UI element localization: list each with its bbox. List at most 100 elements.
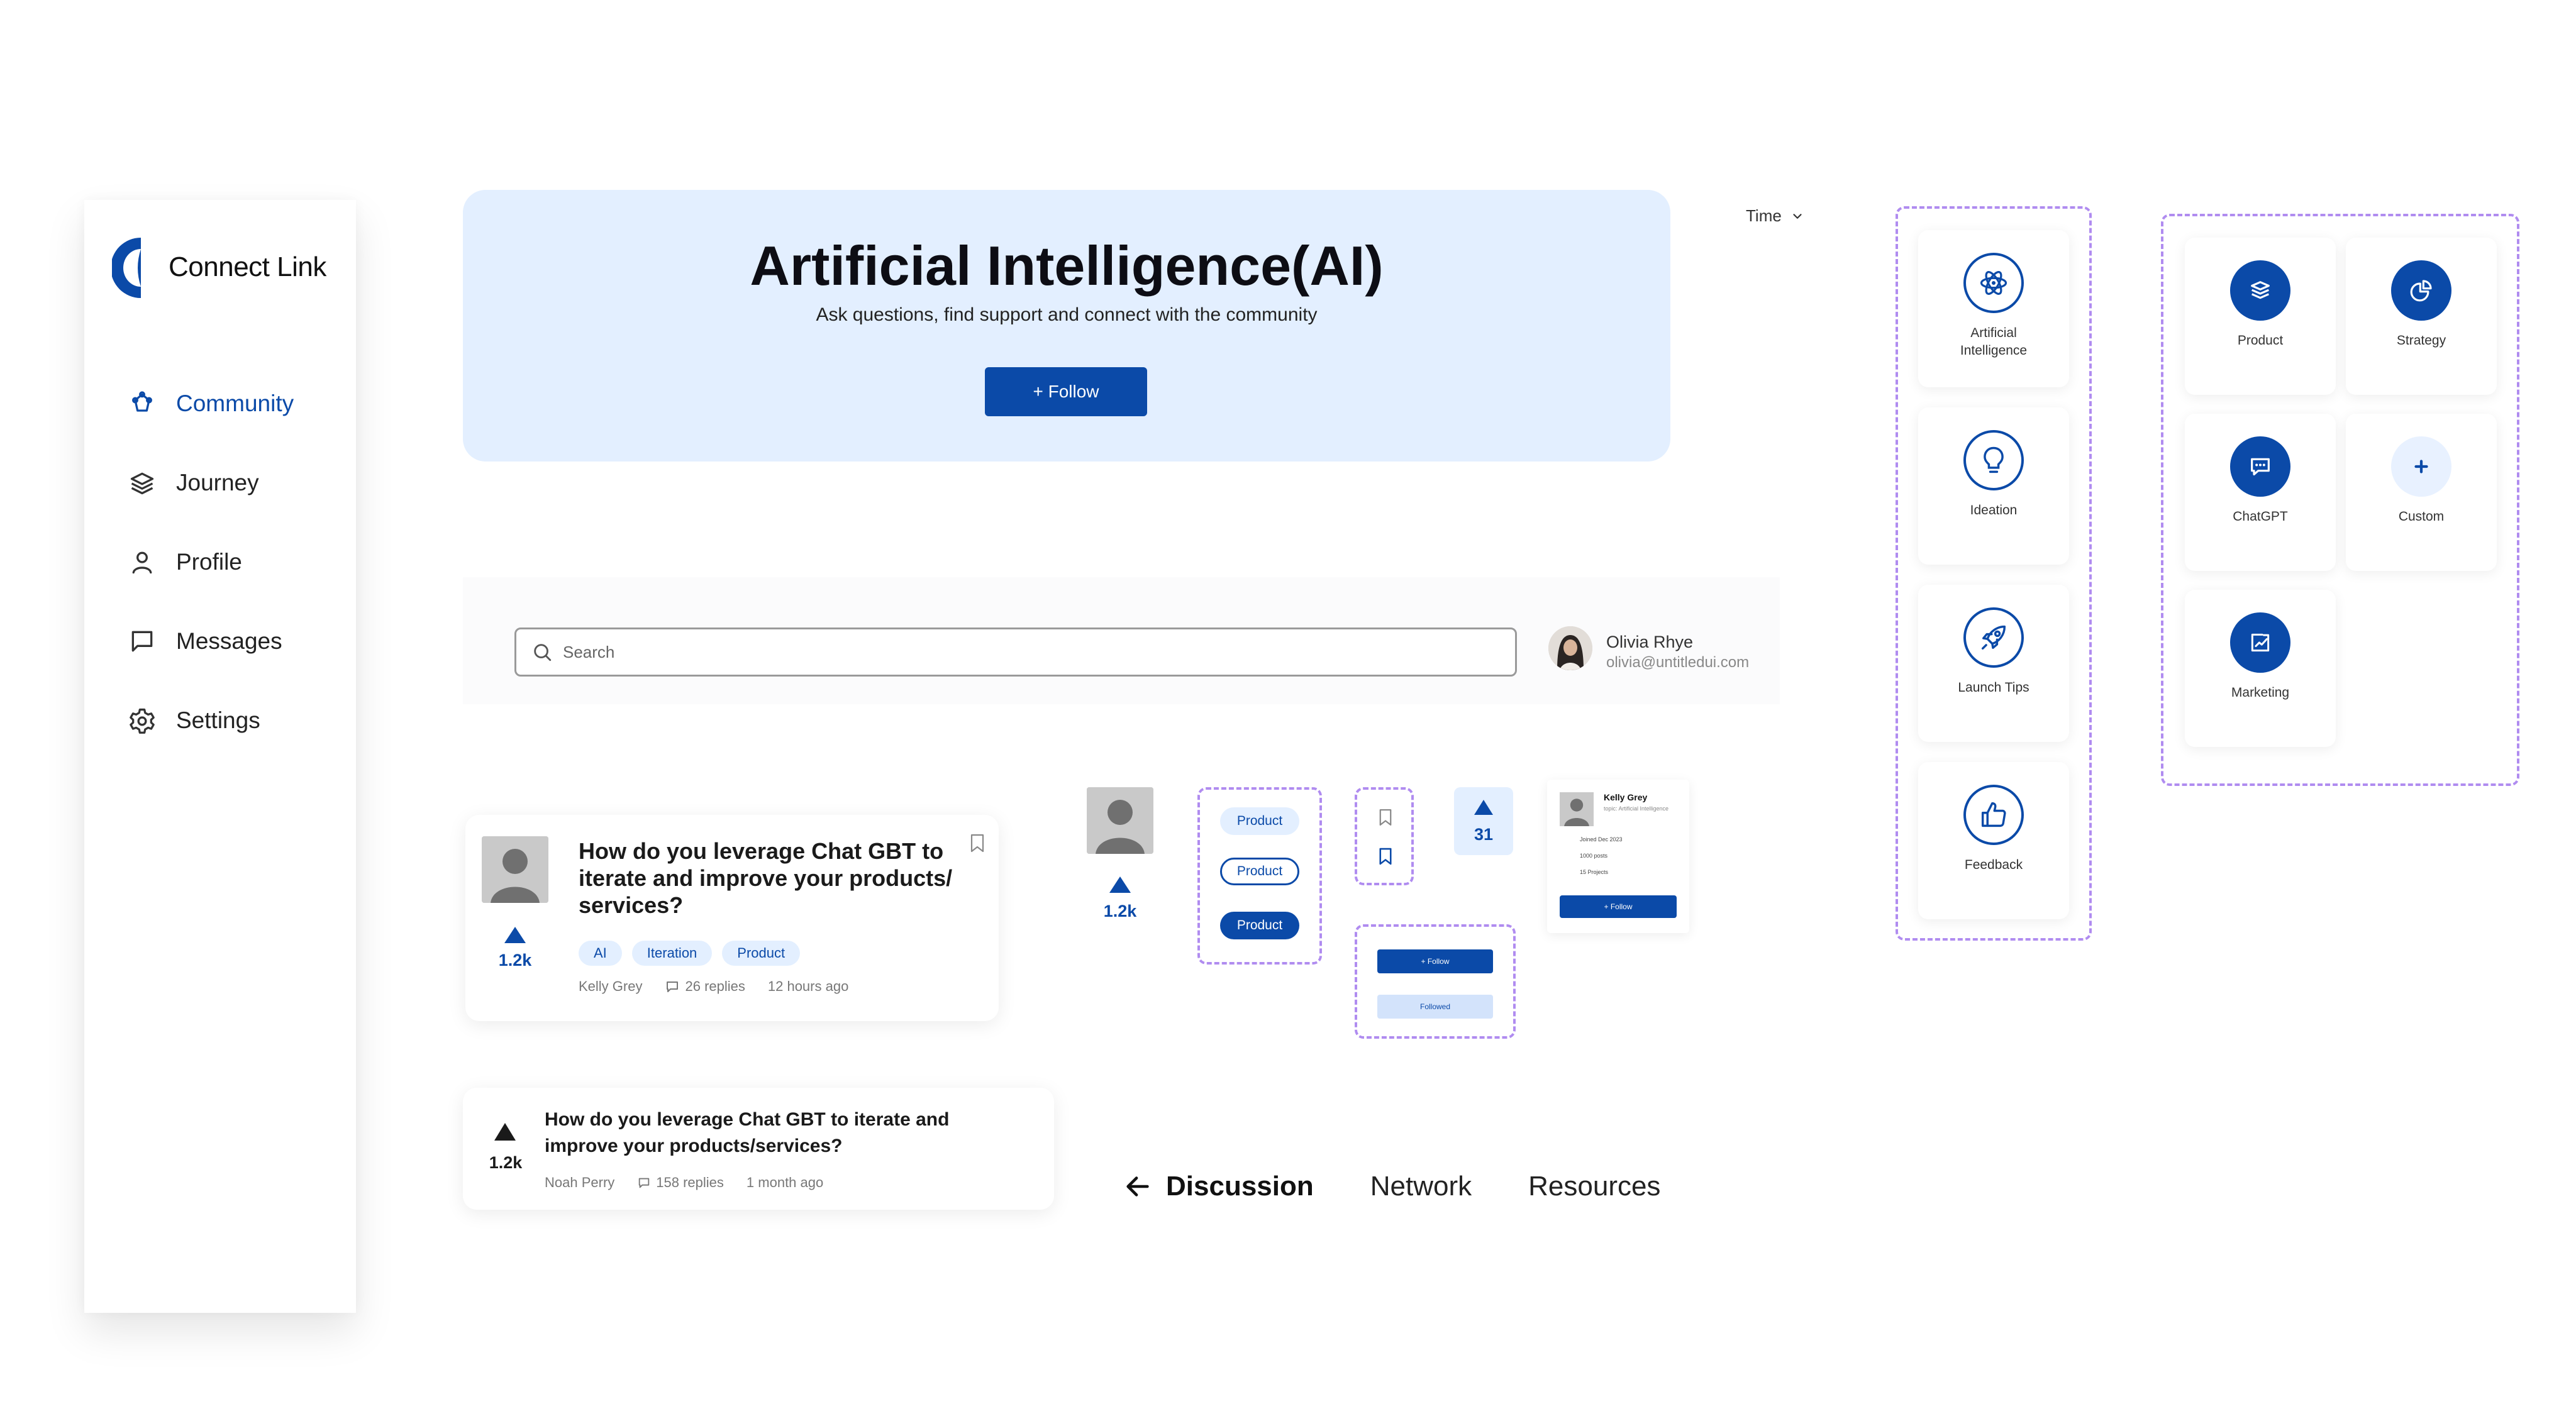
arrow-left-icon[interactable] [1123, 1172, 1152, 1201]
category-tile-launch-tips[interactable]: Launch Tips [1918, 585, 2069, 742]
user-email: olivia@untitledui.com [1606, 654, 1750, 671]
category-tile-ai[interactable]: Artificial Intelligence [1918, 230, 2069, 387]
tab-bar: Discussion Network Resources [1123, 1171, 1660, 1202]
comment-icon [667, 981, 679, 992]
question-title[interactable]: How do you leverage Chat GBT to iterate … [545, 1107, 997, 1159]
bookmark-icon[interactable] [970, 834, 985, 853]
search-toolbar: Search Olivia Rhye olivia@untitledui.com [463, 577, 1780, 704]
category-label: Feedback [1964, 858, 2023, 872]
question-meta: Kelly Grey 26 replies 12 hours ago [579, 978, 848, 995]
sidebar-item-settings[interactable]: Settings [128, 702, 342, 739]
bookmark-variants [1355, 787, 1414, 885]
vote-count: 1.2k [498, 951, 532, 970]
category-tile-product[interactable]: Product [2185, 238, 2336, 395]
sidebar-item-label: Profile [176, 549, 242, 575]
sidebar-item-label: Journey [176, 470, 259, 495]
sidebar-item-profile[interactable]: Profile [128, 543, 342, 581]
category-tile-strategy[interactable]: Strategy [2346, 238, 2497, 395]
tag[interactable]: AI [579, 941, 622, 966]
sidebar-item-messages[interactable]: Messages [128, 622, 342, 660]
vote-box[interactable]: 31 [1454, 787, 1513, 855]
sidebar: Connect Link Community Journey Profile M… [84, 200, 356, 1313]
upvote-icon[interactable] [1109, 876, 1131, 893]
sidebar-item-journey[interactable]: Journey [128, 464, 342, 502]
pie-chart-icon [2391, 260, 2451, 321]
chat-icon [2230, 436, 2290, 497]
category-label: Marketing [2231, 685, 2290, 700]
avatar[interactable] [1548, 626, 1592, 670]
replies-count: 26 replies [665, 978, 745, 995]
follow-button-states: + Follow Followed [1355, 924, 1516, 1039]
tab-discussion[interactable]: Discussion [1166, 1171, 1314, 1202]
category-tile-marketing[interactable]: Marketing [2185, 590, 2336, 747]
comment-icon [639, 1178, 650, 1188]
time-filter-label: Time [1746, 206, 1782, 225]
profile-projects: 15 Projects [1580, 869, 1609, 875]
upvote-icon[interactable] [494, 1123, 516, 1141]
category-label: Artificial Intelligence [1960, 326, 2028, 358]
time-filter-dropdown[interactable]: Time [1746, 206, 1804, 226]
profile-name: Kelly Grey [1604, 792, 1648, 802]
brand-name: Connect Link [169, 252, 326, 282]
vote-count: 1.2k [1103, 902, 1137, 921]
time-label: 12 hours ago [767, 978, 849, 994]
category-label: Strategy [2396, 333, 2446, 348]
sidebar-item-label: Messages [176, 628, 282, 654]
search-input[interactable]: Search [514, 628, 1517, 677]
upvote-icon[interactable] [504, 927, 526, 943]
category-label: ChatGPT [2233, 509, 2288, 524]
chevron-down-icon [1793, 213, 1802, 219]
page-subtitle: Ask questions, find support and connect … [816, 304, 1318, 325]
sidebar-item-label: Settings [176, 707, 260, 733]
category-label: Product [2237, 333, 2284, 348]
sidebar-item-label: Community [176, 390, 294, 416]
category-tile-custom[interactable]: Custom [2346, 414, 2497, 571]
bookmark-icon[interactable] [1379, 809, 1392, 826]
profile-joined: Joined Dec 2023 [1580, 836, 1623, 843]
tag-pill-solid[interactable]: Product [1220, 912, 1299, 939]
replies-count: 158 replies [637, 1175, 724, 1191]
author-name[interactable]: Noah Perry [545, 1175, 614, 1191]
tag[interactable]: Iteration [631, 941, 713, 966]
tab-resources[interactable]: Resources [1528, 1171, 1660, 1202]
question-card-compact[interactable]: 1.2k How do you leverage Chat GBT to ite… [463, 1088, 1054, 1210]
thumbs-up-icon [1963, 785, 2024, 845]
tag-pill-outline[interactable]: Product [1220, 858, 1299, 885]
profile-hover-card: Kelly Grey topic: Artificial Intelligenc… [1547, 780, 1689, 933]
question-title[interactable]: How do you leverage Chat GBT to iterate … [579, 838, 969, 919]
search-icon [534, 644, 552, 661]
tag[interactable]: Product [722, 941, 801, 966]
vote-count: 1.2k [489, 1153, 523, 1172]
layers-icon [2230, 260, 2290, 321]
page-title: Artificial Intelligence(AI) [750, 235, 1384, 297]
profile-posts: 1000 posts [1580, 853, 1608, 859]
sidebar-item-community[interactable]: Community [128, 385, 342, 423]
user-icon [132, 551, 152, 574]
category-label: Custom [2398, 509, 2445, 524]
upvote-icon[interactable] [1474, 800, 1493, 815]
question-card[interactable]: 1.2k How do you leverage Chat GBT to ite… [465, 815, 999, 1021]
hero-banner: Artificial Intelligence(AI) Ask question… [463, 190, 1670, 462]
plus-icon [2391, 436, 2451, 497]
follow-button-small[interactable]: + Follow [1377, 949, 1493, 973]
category-tile-chatgpt[interactable]: ChatGPT [2185, 414, 2336, 571]
tag-pill-light[interactable]: Product [1220, 807, 1299, 835]
lightbulb-icon [1963, 430, 2024, 490]
rocket-icon [1963, 607, 2024, 668]
growth-chart-icon [2230, 612, 2290, 673]
pill-variants: Product Product Product [1197, 787, 1322, 965]
author-avatar [482, 836, 548, 903]
tab-network[interactable]: Network [1370, 1171, 1472, 1202]
layers-icon [130, 472, 154, 495]
atom-icon [1963, 253, 2024, 313]
profile-topic: topic: Artificial Intelligence [1604, 805, 1669, 812]
category-tile-feedback[interactable]: Feedback [1918, 762, 2069, 919]
follow-button[interactable]: + Follow [985, 367, 1147, 416]
replies-label: 26 replies [685, 978, 745, 994]
category-solid-grid: Product Strategy ChatGPT Custom Marketin… [2161, 214, 2519, 786]
followed-button-small[interactable]: Followed [1377, 995, 1493, 1019]
category-tile-ideation[interactable]: Ideation [1918, 407, 2069, 565]
profile-follow-button[interactable]: + Follow [1560, 895, 1677, 918]
bookmark-active-icon[interactable] [1379, 848, 1392, 865]
author-name[interactable]: Kelly Grey [579, 978, 642, 995]
